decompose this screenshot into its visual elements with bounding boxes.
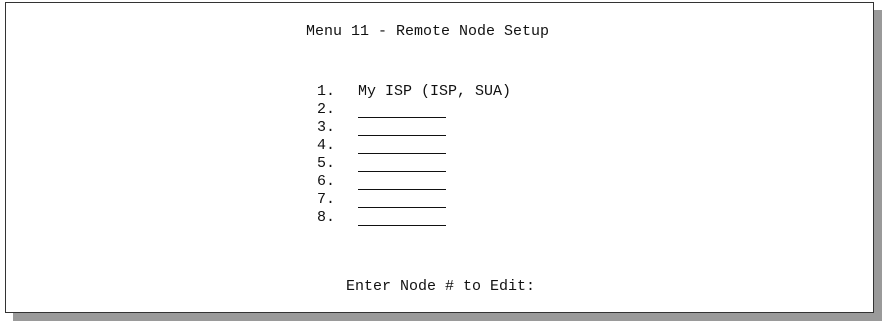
empty-node-slot [358,173,447,190]
empty-node-slot [358,155,447,172]
node-number: 3. [317,119,336,136]
node-number: 5. [317,155,336,172]
node-item-1[interactable]: 1. My ISP (ISP, SUA) [263,65,511,100]
node-number: 7. [317,191,336,208]
node-name: My ISP (ISP, SUA) [358,83,512,100]
node-number: 8. [317,209,336,226]
menu-title: Menu 11 - Remote Node Setup [306,23,550,40]
terminal-screen: Menu 11 - Remote Node Setup 1. My ISP (IS… [5,2,874,313]
node-edit-prompt[interactable]: Enter Node # to Edit: [346,278,535,296]
node-number: 1. [317,83,336,100]
node-number: 6. [317,173,336,190]
empty-node-slot [358,101,447,118]
node-number: 4. [317,137,336,154]
empty-node-slot [358,137,447,154]
empty-node-slot [358,119,447,136]
empty-node-slot [358,191,447,208]
empty-node-slot [358,209,447,226]
node-number: 2. [317,101,336,118]
remote-node-list: 1. My ISP (ISP, SUA) 2. 3. 4. 5. 6. 7. 8. [263,65,511,226]
